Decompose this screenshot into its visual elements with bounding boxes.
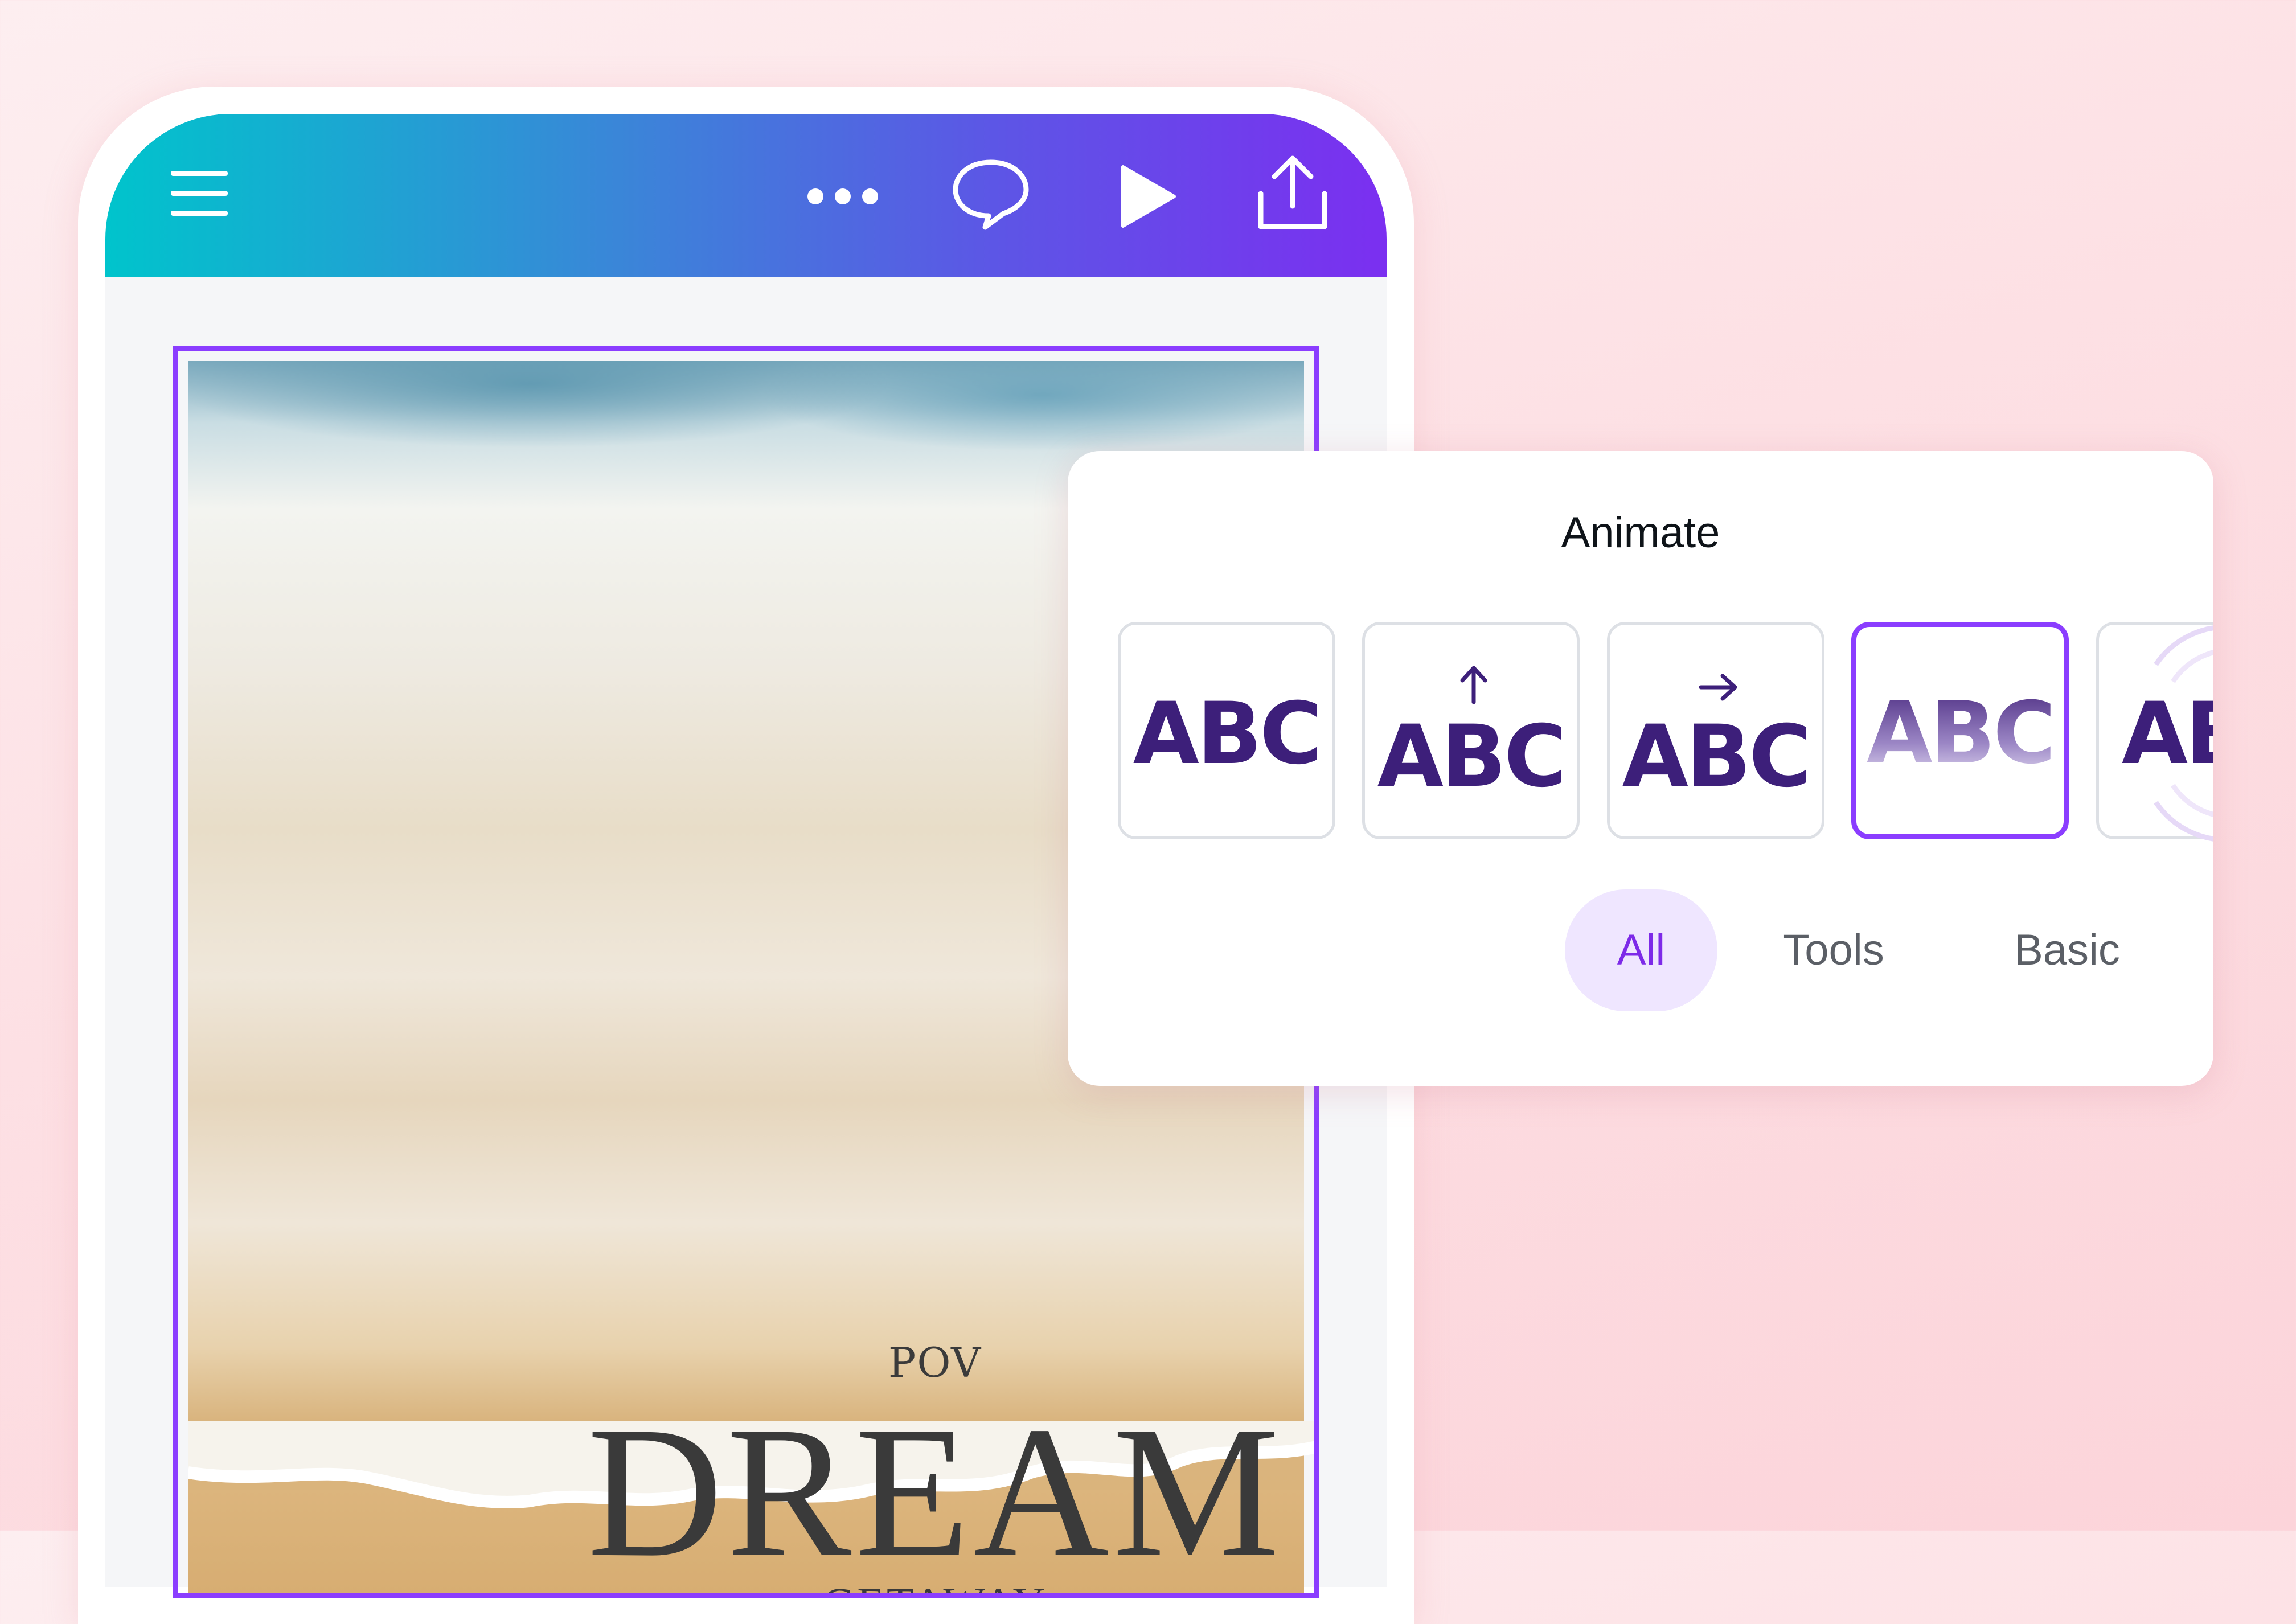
animation-option-pan[interactable]: ABC — [1607, 622, 1824, 839]
design-text-dream[interactable]: DREAM — [576, 1399, 1294, 1586]
comment-icon[interactable] — [951, 157, 1031, 231]
animation-option-fade-selected[interactable]: ABC — [1851, 622, 2069, 839]
animation-option-label: ABC — [1133, 684, 1323, 784]
tab-basic[interactable]: Basic — [1990, 889, 2144, 1011]
arrow-up-icon — [1460, 666, 1487, 704]
tab-all[interactable]: All — [1565, 889, 1717, 1011]
play-icon[interactable] — [1116, 162, 1179, 231]
panel-title: Animate — [1561, 508, 1720, 557]
design-text-getaway[interactable]: GETAWAY — [764, 1578, 1106, 1593]
tab-tools[interactable]: Tools — [1757, 889, 1910, 1011]
animation-option-rise[interactable]: ABC — [1362, 622, 1580, 839]
animation-option-none[interactable]: ABC — [1118, 622, 1335, 839]
design-text-pov[interactable]: POV — [804, 1339, 1066, 1387]
arrow-right-icon — [1699, 674, 1737, 701]
menu-icon[interactable] — [171, 165, 228, 222]
share-icon[interactable] — [1253, 154, 1332, 233]
animation-option-label: ABC — [1377, 707, 1567, 806]
animation-option-label: ABC — [1856, 684, 2064, 783]
animation-option-label: ABC — [1622, 707, 1812, 806]
more-icon[interactable] — [803, 174, 883, 219]
animation-option-partial[interactable]: AB — [2096, 622, 2213, 842]
animation-option-label: AB — [2122, 684, 2213, 784]
animate-panel: Animate ABC ABC ABC ABC AB All Tools Bas… — [1068, 451, 2213, 1086]
editor-toolbar — [105, 114, 1387, 277]
